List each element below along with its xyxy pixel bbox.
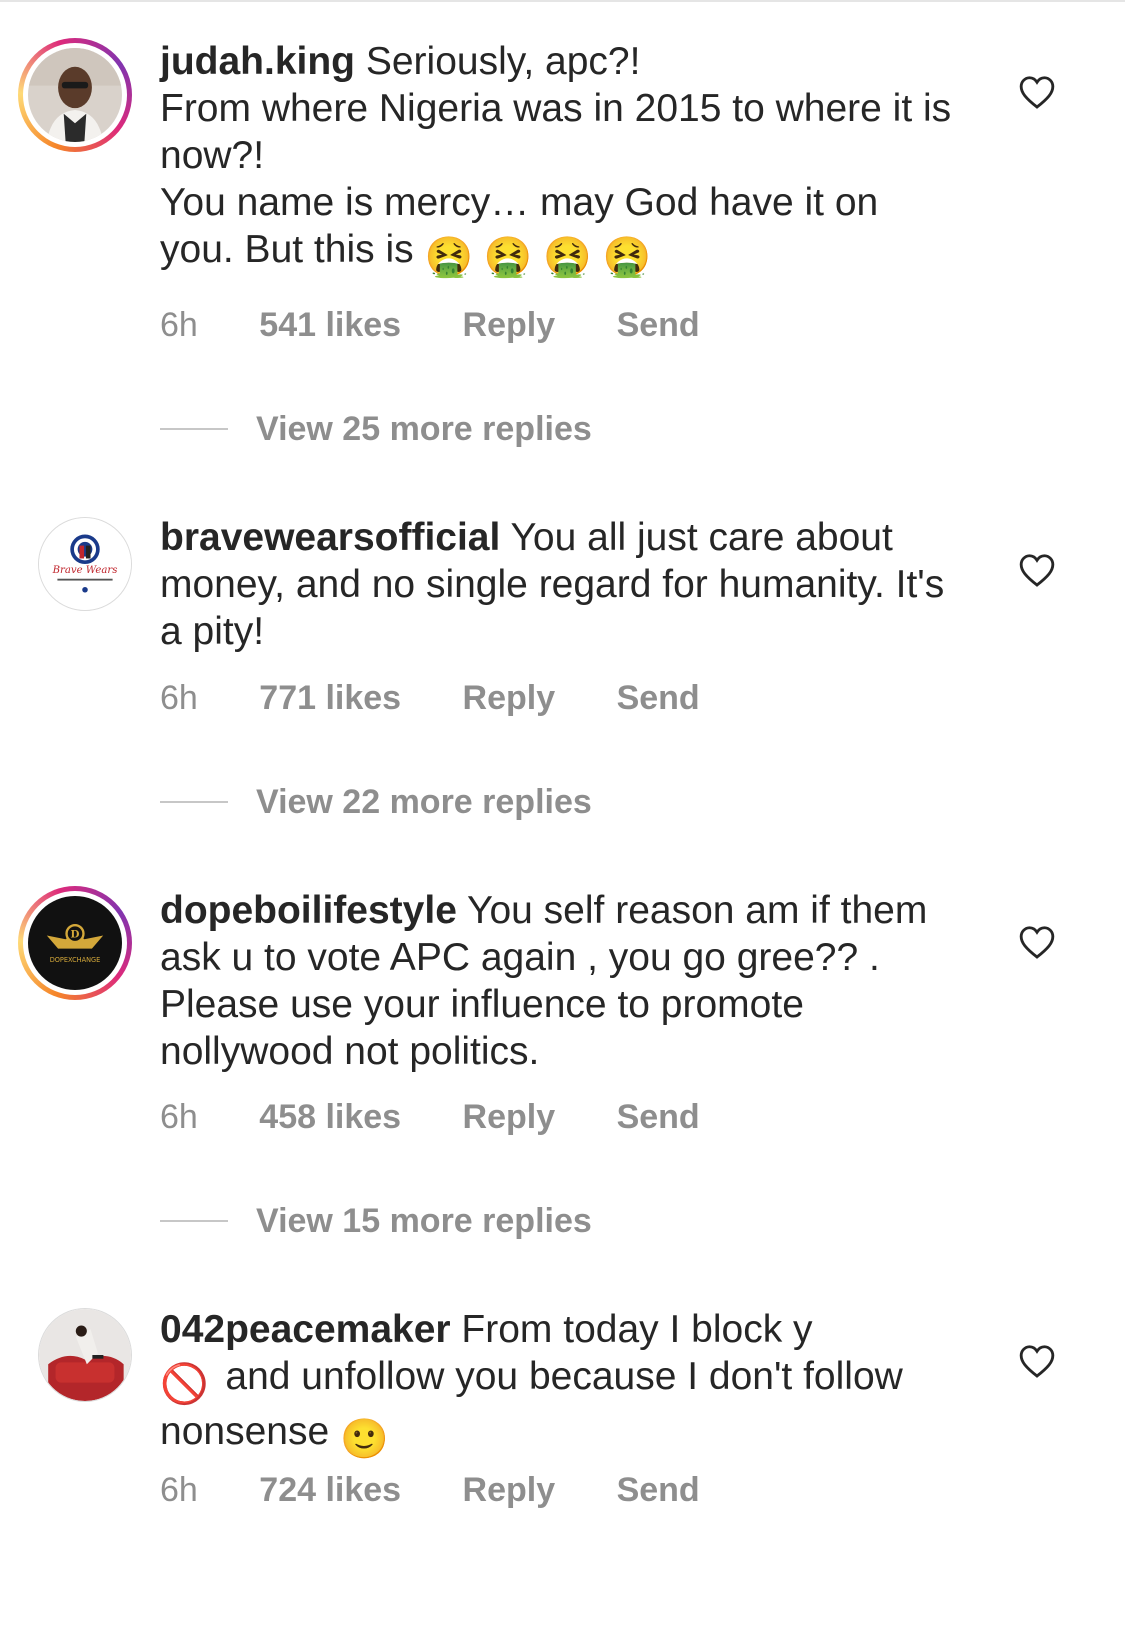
avatar[interactable]: Brave Wears (38, 517, 132, 611)
comment-text: judah.king Seriously, apc?! From where N… (160, 38, 960, 281)
heart-outline-icon[interactable] (1018, 552, 1056, 588)
comment-line: From where Nigeria was in 2015 to where … (160, 87, 952, 177)
comment-body: and unfollow you because I don't follow … (160, 1355, 903, 1453)
avatar-logo: Brave Wears (39, 518, 131, 610)
view-more-replies[interactable]: View 25 more replies (160, 410, 592, 449)
username[interactable]: judah.king (160, 40, 355, 83)
heart-outline-icon[interactable] (1018, 1343, 1056, 1379)
comment-meta: 6h 724 likes Reply Send (160, 1471, 752, 1510)
likes-count[interactable]: 541 likes (259, 306, 401, 344)
divider-dash (160, 801, 228, 804)
view-more-replies[interactable]: View 22 more replies (160, 783, 592, 822)
heart-outline-icon[interactable] (1018, 74, 1056, 110)
send-button[interactable]: Send (617, 1098, 700, 1136)
emoji-vomit: 🤮 🤮 🤮 🤮 (424, 236, 652, 279)
avatar-brand-text: DOPEXCHANGE (50, 956, 101, 964)
comment-line: Seriously, apc?! (365, 40, 641, 83)
username[interactable]: 042peacemaker (160, 1308, 451, 1351)
divider-dash (160, 1220, 228, 1223)
comment-meta: 6h 458 likes Reply Send (160, 1098, 752, 1137)
heart-outline-icon[interactable] (1018, 924, 1056, 960)
send-button[interactable]: Send (617, 679, 700, 717)
reply-button[interactable]: Reply (463, 306, 556, 344)
avatar-photo (39, 1309, 131, 1401)
send-button[interactable]: Send (617, 306, 700, 344)
username[interactable]: dopeboilifestyle (160, 889, 457, 932)
comment-text: dopeboilifestyle You self reason am if t… (160, 887, 960, 1075)
view-more-label: View 15 more replies (256, 1202, 592, 1240)
comment-text: bravewearsofficial You all just care abo… (160, 514, 960, 655)
reply-button[interactable]: Reply (463, 679, 556, 717)
avatar-photo (28, 48, 122, 142)
avatar[interactable] (38, 1308, 132, 1402)
top-divider (0, 0, 1125, 2)
reply-button[interactable]: Reply (463, 1098, 556, 1136)
comment-time: 6h (160, 679, 198, 717)
likes-count[interactable]: 458 likes (259, 1098, 401, 1136)
prohibited-emoji: 🚫 (160, 1363, 209, 1406)
send-button[interactable]: Send (617, 1471, 700, 1509)
avatar[interactable]: D DOPEXCHANGE (18, 886, 132, 1000)
avatar-logo: D DOPEXCHANGE (28, 896, 122, 990)
likes-count[interactable]: 724 likes (259, 1471, 401, 1509)
avatar-brand-text: Brave Wears (52, 565, 118, 576)
view-more-label: View 25 more replies (256, 410, 592, 448)
username[interactable]: bravewearsofficial (160, 516, 500, 559)
avatar[interactable] (18, 38, 132, 152)
comment-time: 6h (160, 1471, 198, 1509)
divider-dash (160, 428, 228, 431)
comment-time: 6h (160, 306, 198, 344)
likes-count[interactable]: 771 likes (259, 679, 401, 717)
svg-text:D: D (71, 928, 80, 940)
comment-meta: 6h 541 likes Reply Send (160, 306, 752, 345)
view-more-replies[interactable]: View 15 more replies (160, 1202, 592, 1241)
comment-meta: 6h 771 likes Reply Send (160, 679, 752, 718)
comment-text: 042peacemaker From today I block y 🚫 and… (160, 1306, 960, 1463)
reply-button[interactable]: Reply (463, 1471, 556, 1509)
view-more-label: View 22 more replies (256, 783, 592, 821)
comment-time: 6h (160, 1098, 198, 1136)
smile-emoji: 🙂 (339, 1418, 389, 1461)
comment-body: From today I block y (461, 1308, 813, 1351)
